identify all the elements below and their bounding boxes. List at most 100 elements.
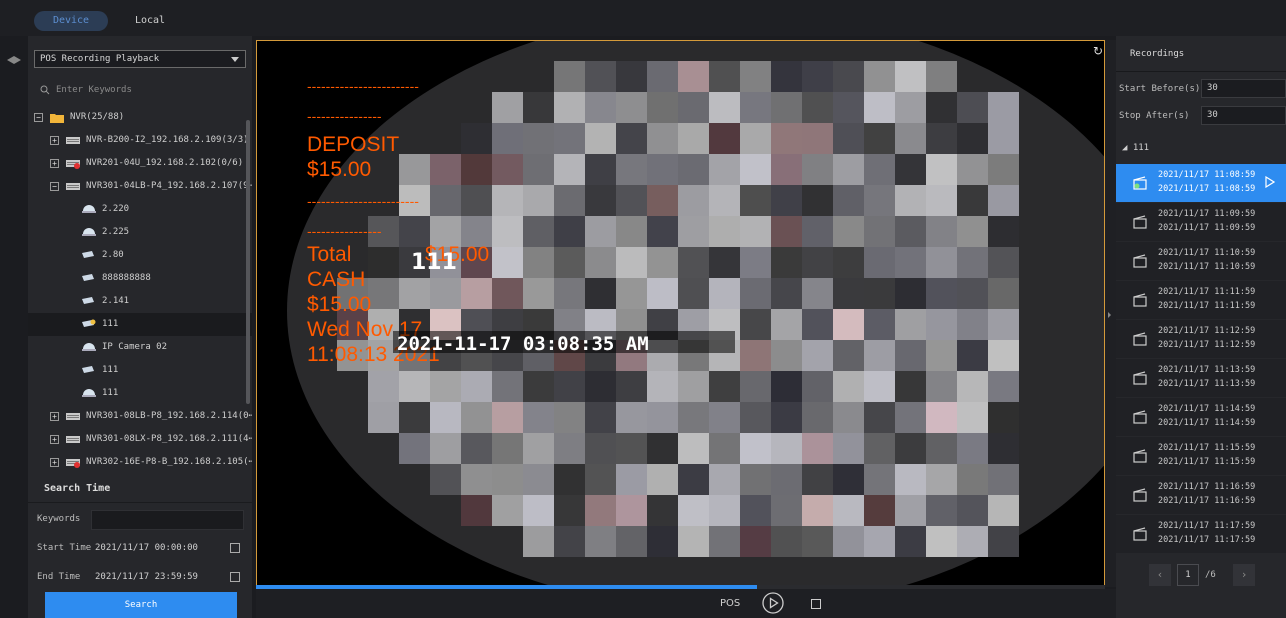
mosaic-cell xyxy=(771,216,802,247)
tree-node[interactable]: 111 xyxy=(28,313,252,336)
expand-icon[interactable]: + xyxy=(50,458,59,467)
mosaic-cell xyxy=(864,340,895,371)
tree-node[interactable]: 111 xyxy=(28,359,252,382)
expand-icon[interactable]: + xyxy=(50,435,59,444)
tree-node[interactable]: 2.220 xyxy=(28,198,252,221)
mosaic-cell xyxy=(585,371,616,402)
recording-item[interactable]: 2021/11/17 11:10:59 2021/11/17 11:10:59 xyxy=(1116,242,1286,280)
mosaic-cell xyxy=(771,154,802,185)
recording-group[interactable]: ◢ 111 xyxy=(1122,143,1149,153)
tree-node[interactable]: 888888888 xyxy=(28,267,252,290)
rotate-icon[interactable]: ↻ xyxy=(1093,44,1103,58)
mosaic-cell xyxy=(895,278,926,309)
mosaic-cell xyxy=(368,247,399,278)
tree-node[interactable]: − NVR(25/88) xyxy=(28,106,252,129)
tab-device[interactable]: Device xyxy=(34,11,108,31)
recording-item[interactable]: 2021/11/17 11:08:59 2021/11/17 11:08:59 xyxy=(1116,164,1286,202)
recording-item[interactable]: 2021/11/17 11:15:59 2021/11/17 11:15:59 xyxy=(1116,437,1286,475)
mosaic-cell xyxy=(461,495,492,526)
tree-node-label: 2.220 xyxy=(102,204,130,214)
mosaic-cell xyxy=(709,123,740,154)
stop-after-field[interactable]: 30 xyxy=(1201,106,1286,125)
recording-start: 2021/11/17 11:11:59 xyxy=(1158,287,1256,297)
expand-icon[interactable]: + xyxy=(50,412,59,421)
pin-icon[interactable] xyxy=(6,55,22,65)
mosaic-cell xyxy=(833,464,864,495)
tree-node[interactable]: + NVR-B200-I2_192.168.2.109(3/3) xyxy=(28,129,252,152)
search-input[interactable]: Enter Keywords xyxy=(34,80,246,100)
tree-node[interactable]: − NVR301-04LB-P4_192.168.2.107(9⋯ xyxy=(28,175,252,198)
mosaic-cell xyxy=(957,123,988,154)
mosaic-cell xyxy=(833,185,864,216)
prev-page-button[interactable]: ‹ xyxy=(1149,564,1171,586)
mosaic-cell xyxy=(957,464,988,495)
mosaic-cell xyxy=(864,371,895,402)
recording-item[interactable]: 2021/11/17 11:16:59 2021/11/17 11:16:59 xyxy=(1116,476,1286,514)
expand-icon[interactable]: + xyxy=(50,136,59,145)
start-before-field[interactable]: 30 xyxy=(1201,79,1286,98)
mosaic-cell xyxy=(802,309,833,340)
recording-item[interactable]: 2021/11/17 11:13:59 2021/11/17 11:13:59 xyxy=(1116,359,1286,397)
mosaic-cell xyxy=(864,216,895,247)
mosaic-cell xyxy=(988,185,1019,216)
recording-item[interactable]: 2021/11/17 11:14:59 2021/11/17 11:14:59 xyxy=(1116,398,1286,436)
mosaic-cell xyxy=(864,61,895,92)
tree-node[interactable]: 2.80 xyxy=(28,244,252,267)
tree-node[interactable]: + NVR301-08LX-P8_192.168.2.111(4⋯ xyxy=(28,428,252,451)
recording-end: 2021/11/17 11:12:59 xyxy=(1158,340,1256,350)
video-player[interactable]: ------------------------ ----------------… xyxy=(256,40,1105,587)
page-input[interactable]: 1 xyxy=(1177,564,1199,586)
tree-scrollbar[interactable] xyxy=(246,120,250,404)
mosaic-cell xyxy=(616,464,647,495)
divider xyxy=(28,502,252,503)
mosaic-cell xyxy=(740,371,771,402)
mosaic-cell xyxy=(678,154,709,185)
mosaic-cell xyxy=(678,402,709,433)
mosaic-cell xyxy=(864,526,895,557)
start-time-field[interactable]: 2021/11/17 00:00:00 xyxy=(91,539,244,559)
tree-node[interactable]: + NVR201-04U_192.168.2.102(0/6) xyxy=(28,152,252,175)
collapse-icon[interactable]: − xyxy=(50,182,59,191)
calendar-icon[interactable] xyxy=(230,572,240,582)
keywords-field[interactable] xyxy=(91,510,244,530)
search-button[interactable]: Search xyxy=(45,592,237,618)
collapse-icon[interactable]: − xyxy=(34,113,43,122)
mosaic-cell xyxy=(616,123,647,154)
mosaic-cell xyxy=(895,216,926,247)
tree-node[interactable]: + NVR301-08LB-P8_192.168.2.114(0⋯ xyxy=(28,405,252,428)
mosaic-cell xyxy=(957,433,988,464)
recording-item[interactable]: 2021/11/17 11:12:59 2021/11/17 11:12:59 xyxy=(1116,320,1286,358)
recording-end: 2021/11/17 11:15:59 xyxy=(1158,457,1256,467)
play-arrow-icon[interactable] xyxy=(1265,176,1275,188)
collapse-right-panel[interactable] xyxy=(1105,40,1116,587)
mode-dropdown[interactable]: POS Recording Playback xyxy=(34,50,246,68)
end-time-field[interactable]: 2021/11/17 23:59:59 xyxy=(91,568,244,588)
calendar-icon[interactable] xyxy=(230,543,240,553)
mosaic-cell xyxy=(802,123,833,154)
next-page-button[interactable]: › xyxy=(1233,564,1255,586)
mosaic-cell xyxy=(926,61,957,92)
mosaic-cell xyxy=(554,371,585,402)
tree-node[interactable]: 111 xyxy=(28,382,252,405)
recording-item[interactable]: 2021/11/17 11:09:59 2021/11/17 11:09:59 xyxy=(1116,203,1286,241)
mosaic-cell xyxy=(523,154,554,185)
recording-item[interactable]: 2021/11/17 11:11:59 2021/11/17 11:11:59 xyxy=(1116,281,1286,319)
stop-icon[interactable] xyxy=(811,599,821,609)
mosaic-cell xyxy=(864,495,895,526)
mosaic-cell xyxy=(585,92,616,123)
play-icon[interactable] xyxy=(762,592,784,614)
expand-icon[interactable]: + xyxy=(50,159,59,168)
mosaic-cell xyxy=(678,495,709,526)
tree-node[interactable]: 2.141 xyxy=(28,290,252,313)
pos-toggle[interactable]: POS xyxy=(720,598,740,609)
mosaic-cell xyxy=(647,216,678,247)
recording-item[interactable]: 2021/11/17 11:17:59 2021/11/17 11:17:59 xyxy=(1116,515,1286,553)
tree-node[interactable]: + NVR302-16E-P8-B_192.168.2.105(⋯ xyxy=(28,451,252,474)
mosaic-cell xyxy=(709,495,740,526)
tab-local[interactable]: Local xyxy=(120,11,180,31)
tree-node[interactable]: 2.225 xyxy=(28,221,252,244)
mosaic-cell xyxy=(988,278,1019,309)
mosaic-cell xyxy=(864,402,895,433)
mosaic-cell xyxy=(833,123,864,154)
tree-node[interactable]: IP Camera 02 xyxy=(28,336,252,359)
